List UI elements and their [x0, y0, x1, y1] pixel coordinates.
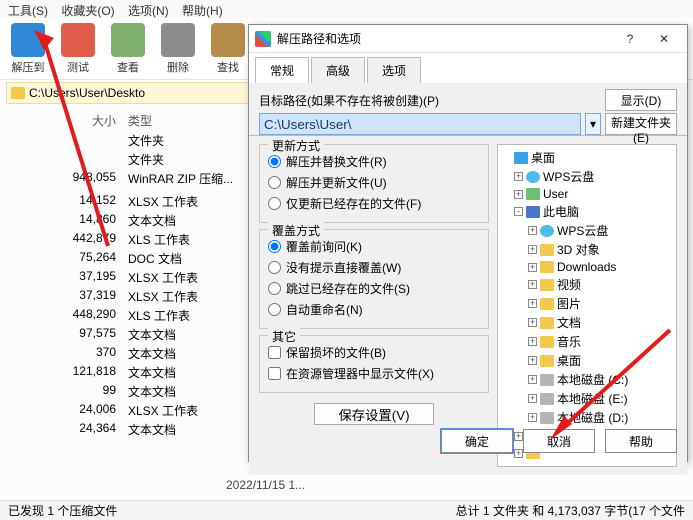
menu-fav[interactable]: 收藏夹(O)	[61, 4, 114, 18]
tab-advanced[interactable]: 高级	[311, 57, 365, 83]
chk-keep-broken[interactable]: 保留损坏的文件(B)	[268, 342, 480, 363]
tree-icon	[540, 225, 554, 237]
tree-item[interactable]: +本地磁盘 (D:)	[500, 408, 674, 427]
group-update-title: 更新方式	[268, 137, 324, 154]
tree-item[interactable]: +文档	[500, 313, 674, 332]
tree-icon	[540, 412, 554, 424]
folder-tree[interactable]: 桌面+WPS云盘+User-此电脑+WPS云盘+3D 对象+Downloads+…	[497, 144, 677, 467]
extract-dialog: 解压路径和选项 ? ✕ 常规 高级 选项 目标路径(如果不存在将被创建)(P) …	[248, 24, 688, 462]
expand-icon[interactable]: +	[528, 299, 537, 308]
tree-item[interactable]: +WPS云盘	[500, 167, 674, 186]
expand-icon[interactable]: -	[514, 207, 523, 216]
path-text: C:\Users\User\Deskto	[29, 86, 145, 100]
opt-noask[interactable]: 没有提示直接覆盖(W)	[268, 257, 480, 278]
tree-icon	[540, 244, 554, 256]
group-other: 其它 保留损坏的文件(B) 在资源管理器中显示文件(X)	[259, 335, 489, 393]
expand-icon[interactable]: +	[528, 375, 537, 384]
tool-2[interactable]: 查看	[106, 23, 150, 75]
status-right: 总计 1 文件夹 和 4,173,037 字节(17 个文件	[456, 502, 685, 519]
tree-item[interactable]: 桌面	[500, 148, 674, 167]
tree-icon	[526, 171, 540, 183]
chk-show-explorer[interactable]: 在资源管理器中显示文件(X)	[268, 363, 480, 384]
expand-icon[interactable]: +	[528, 356, 537, 365]
tree-icon	[540, 336, 554, 348]
save-settings-button[interactable]: 保存设置(V)	[314, 403, 434, 425]
tree-item[interactable]: +视频	[500, 275, 674, 294]
app-icon	[255, 31, 271, 47]
status-left: 已发现 1 个压缩文件	[8, 502, 117, 519]
opt-fresh[interactable]: 仅更新已经存在的文件(F)	[268, 193, 480, 214]
tree-item[interactable]: +User	[500, 186, 674, 202]
expand-icon[interactable]: +	[528, 394, 537, 403]
group-other-title: 其它	[268, 328, 300, 345]
statusbar: 已发现 1 个压缩文件 总计 1 文件夹 和 4,173,037 字节(17 个…	[0, 500, 693, 520]
expand-icon[interactable]: +	[528, 413, 537, 422]
tree-icon	[540, 317, 554, 329]
group-overwrite-title: 覆盖方式	[268, 222, 324, 239]
titlebar: 解压路径和选项 ? ✕	[249, 25, 687, 53]
close-icon[interactable]: ✕	[647, 28, 681, 50]
tab-options[interactable]: 选项	[367, 57, 421, 83]
expand-icon[interactable]: +	[514, 190, 523, 199]
opt-ask[interactable]: 覆盖前询问(K)	[268, 236, 480, 257]
cancel-button[interactable]: 取消	[523, 429, 595, 453]
tool-4[interactable]: 查找	[206, 23, 250, 75]
expand-icon[interactable]: +	[528, 318, 537, 327]
path-label: 目标路径(如果不存在将被创建)(P)	[259, 92, 439, 109]
date-cell: 2022/11/15 1...	[226, 478, 305, 492]
display-button[interactable]: 显示(D)	[605, 89, 677, 111]
tree-icon	[540, 298, 554, 310]
opt-skip[interactable]: 跳过已经存在的文件(S)	[268, 278, 480, 299]
tree-icon	[540, 393, 554, 405]
new-folder-button[interactable]: 新建文件夹(E)	[605, 113, 677, 135]
menu-options[interactable]: 选项(N)	[128, 4, 169, 18]
tree-item[interactable]: +3D 对象	[500, 240, 674, 259]
dialog-title: 解压路径和选项	[277, 30, 613, 47]
expand-icon[interactable]: +	[528, 245, 537, 254]
path-section: 目标路径(如果不存在将被创建)(P) 显示(D) ▾ 新建文件夹(E)	[249, 83, 687, 135]
dropdown-icon[interactable]: ▾	[585, 113, 601, 135]
col-size[interactable]: 大小	[8, 112, 128, 129]
expand-icon[interactable]: +	[528, 226, 537, 235]
tree-icon	[514, 152, 528, 164]
expand-icon[interactable]: +	[514, 172, 523, 181]
tree-item[interactable]: -此电脑	[500, 202, 674, 221]
tree-icon	[540, 261, 554, 273]
opt-update[interactable]: 解压并更新文件(U)	[268, 172, 480, 193]
tree-icon	[526, 206, 540, 218]
path-input[interactable]	[259, 113, 581, 135]
tab-general[interactable]: 常规	[255, 57, 309, 83]
menu-help[interactable]: 帮助(H)	[182, 4, 223, 18]
tree-item[interactable]: +图片	[500, 294, 674, 313]
group-overwrite: 覆盖方式 覆盖前询问(K) 没有提示直接覆盖(W) 跳过已经存在的文件(S) 自…	[259, 229, 489, 329]
expand-icon[interactable]: +	[528, 263, 537, 272]
ok-button[interactable]: 确定	[441, 429, 513, 453]
tool-1[interactable]: 测试	[56, 23, 100, 75]
tree-item[interactable]: +本地磁盘 (C:)	[500, 370, 674, 389]
tree-icon	[540, 355, 554, 367]
tree-item[interactable]: +桌面	[500, 351, 674, 370]
menu-tools[interactable]: 工具(S)	[8, 4, 48, 18]
expand-icon[interactable]: +	[528, 280, 537, 289]
opt-rename[interactable]: 自动重命名(N)	[268, 299, 480, 320]
help-button[interactable]: 帮助	[605, 429, 677, 453]
expand-icon[interactable]: +	[528, 337, 537, 346]
tree-item[interactable]: +WPS云盘	[500, 221, 674, 240]
folder-icon	[11, 87, 25, 99]
tree-item[interactable]: +Downloads	[500, 259, 674, 275]
tool-3[interactable]: 删除	[156, 23, 200, 75]
help-button-icon[interactable]: ?	[613, 28, 647, 50]
menubar: 工具(S) 收藏夹(O) 选项(N) 帮助(H)	[0, 0, 693, 18]
tool-0[interactable]: 解压到	[6, 23, 50, 75]
tree-item[interactable]: +本地磁盘 (E:)	[500, 389, 674, 408]
tree-icon	[540, 279, 554, 291]
tree-icon	[526, 188, 540, 200]
tabs: 常规 高级 选项	[249, 53, 687, 83]
tree-icon	[540, 374, 554, 386]
opt-replace[interactable]: 解压并替换文件(R)	[268, 151, 480, 172]
tree-item[interactable]: +音乐	[500, 332, 674, 351]
group-update: 更新方式 解压并替换文件(R) 解压并更新文件(U) 仅更新已经存在的文件(F)	[259, 144, 489, 223]
